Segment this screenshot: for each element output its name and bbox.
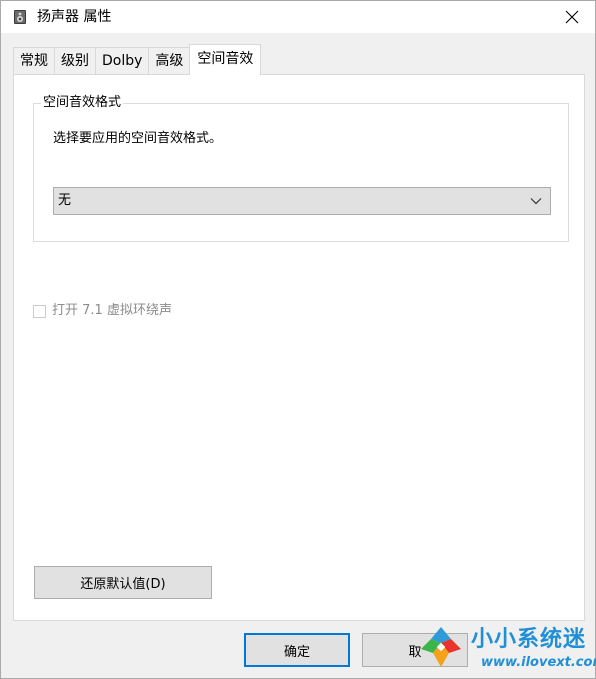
- speaker-icon: [12, 9, 28, 25]
- ok-button[interactable]: 确定: [244, 633, 350, 667]
- virtual-surround-checkbox[interactable]: [33, 304, 46, 318]
- watermark-url: www.ilovext.com: [481, 655, 596, 670]
- tab-advanced[interactable]: 高级: [148, 47, 191, 74]
- virtual-surround-label: 打开 7.1 虚拟环绕声: [52, 303, 172, 318]
- close-button[interactable]: [549, 1, 595, 33]
- group-legend: 空间音效格式: [41, 94, 124, 112]
- watermark-brand: 小小系统迷: [471, 627, 587, 652]
- group-description: 选择要应用的空间音效格式。: [53, 131, 223, 146]
- restore-defaults-button[interactable]: 还原默认值(D): [34, 566, 212, 599]
- spatial-format-select[interactable]: 无: [53, 187, 551, 215]
- tab-spatial-sound[interactable]: 空间音效: [189, 44, 262, 75]
- tab-content-panel: 空间音效格式 选择要应用的空间音效格式。 无 打开 7.1 虚拟环绕声 还原默认…: [13, 74, 585, 621]
- spatial-sound-format-group: 空间音效格式 选择要应用的空间音效格式。 无: [33, 94, 569, 242]
- tab-dolby[interactable]: Dolby: [95, 47, 150, 74]
- window-title: 扬声器 属性: [37, 9, 112, 25]
- watermark-logo-icon: [421, 627, 461, 667]
- chevron-down-icon: [530, 198, 542, 205]
- close-icon: [565, 10, 579, 24]
- tab-levels[interactable]: 级别: [54, 47, 96, 74]
- virtual-surround-row[interactable]: 打开 7.1 虚拟环绕声: [33, 302, 172, 320]
- watermark: 小小系统迷 www.ilovext.com: [419, 619, 596, 677]
- select-value: 无: [58, 193, 72, 208]
- title-bar[interactable]: 扬声器 属性: [1, 1, 595, 33]
- tab-general[interactable]: 常规: [13, 47, 55, 74]
- tab-strip: 常规 级别 Dolby 高级 空间音效: [13, 44, 262, 75]
- speaker-properties-window: 扬声器 属性 常规 级别 Dolby 高级 空间音效 空间音效格式 选择要应用的…: [0, 0, 596, 679]
